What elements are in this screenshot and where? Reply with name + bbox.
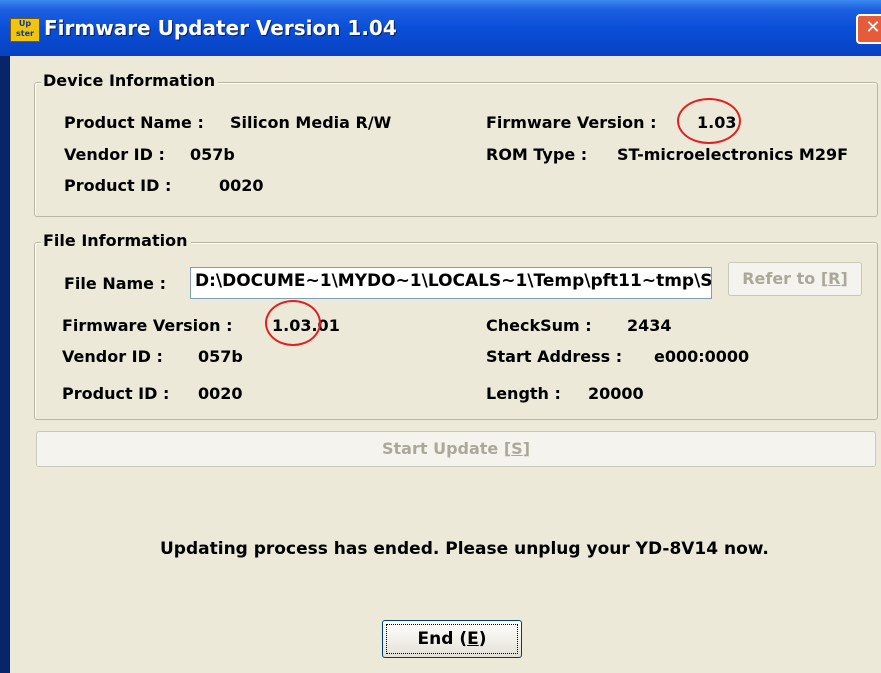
device-rom-type-value: ST-microelectronics M29F bbox=[617, 145, 849, 164]
status-message: Updating process has ended. Please unplu… bbox=[160, 539, 769, 559]
app-icon: Up ster bbox=[10, 18, 40, 42]
window-title: Firmware Updater Version 1.04 bbox=[44, 16, 397, 40]
device-vendor-id-label: Vendor ID : bbox=[64, 145, 165, 164]
title-bar[interactable]: Up ster Firmware Updater Version 1.04 ✕ bbox=[0, 0, 881, 56]
device-product-id-value: 0020 bbox=[219, 176, 264, 195]
checksum-value: 2434 bbox=[627, 316, 672, 335]
file-information-legend: File Information bbox=[41, 231, 191, 250]
file-firmware-version-label: Firmware Version : bbox=[62, 316, 233, 335]
refer-to-button-hotkey: R bbox=[828, 269, 841, 288]
file-vendor-id-value: 057b bbox=[198, 347, 243, 366]
device-product-id-label: Product ID : bbox=[64, 176, 172, 195]
file-name-field[interactable]: D:\DOCUME~1\MYDO~1\LOCALS~1\Temp\pft11~t… bbox=[190, 267, 712, 299]
dialog-body: Device Information Product Name : Silico… bbox=[10, 56, 881, 673]
start-update-button-hotkey: S bbox=[511, 439, 523, 458]
length-label: Length : bbox=[486, 384, 561, 403]
firmware-version-highlight-circle bbox=[677, 98, 741, 144]
refer-to-button-label: Refer to bbox=[742, 269, 821, 288]
file-firmware-version-highlight-circle bbox=[265, 300, 321, 346]
end-button-focus-rect bbox=[386, 624, 518, 654]
device-vendor-id-value: 057b bbox=[190, 145, 235, 164]
start-update-button[interactable]: Start Update [S] bbox=[36, 431, 876, 467]
firmware-updater-window: Up ster Firmware Updater Version 1.04 ✕ D… bbox=[0, 0, 881, 673]
start-address-label: Start Address : bbox=[486, 347, 623, 366]
file-name-label: File Name : bbox=[64, 274, 166, 293]
device-product-name-label: Product Name : bbox=[64, 113, 204, 132]
checksum-label: CheckSum : bbox=[486, 316, 592, 335]
file-product-id-label: Product ID : bbox=[62, 384, 170, 403]
refer-to-button[interactable]: Refer to [R] bbox=[728, 262, 862, 296]
length-value: 20000 bbox=[588, 384, 644, 403]
start-address-value: e000:0000 bbox=[654, 347, 750, 366]
device-firmware-version-label: Firmware Version : bbox=[486, 113, 657, 132]
device-product-name-value: Silicon Media R/W bbox=[230, 113, 392, 132]
end-button[interactable]: End (E) bbox=[382, 620, 522, 658]
start-update-button-label: Start Update bbox=[382, 439, 504, 458]
close-button[interactable]: ✕ bbox=[856, 14, 881, 44]
file-vendor-id-label: Vendor ID : bbox=[62, 347, 163, 366]
file-product-id-value: 0020 bbox=[198, 384, 243, 403]
device-information-legend: Device Information bbox=[41, 71, 219, 90]
close-icon: ✕ bbox=[865, 17, 881, 38]
device-rom-type-label: ROM Type : bbox=[486, 145, 588, 164]
